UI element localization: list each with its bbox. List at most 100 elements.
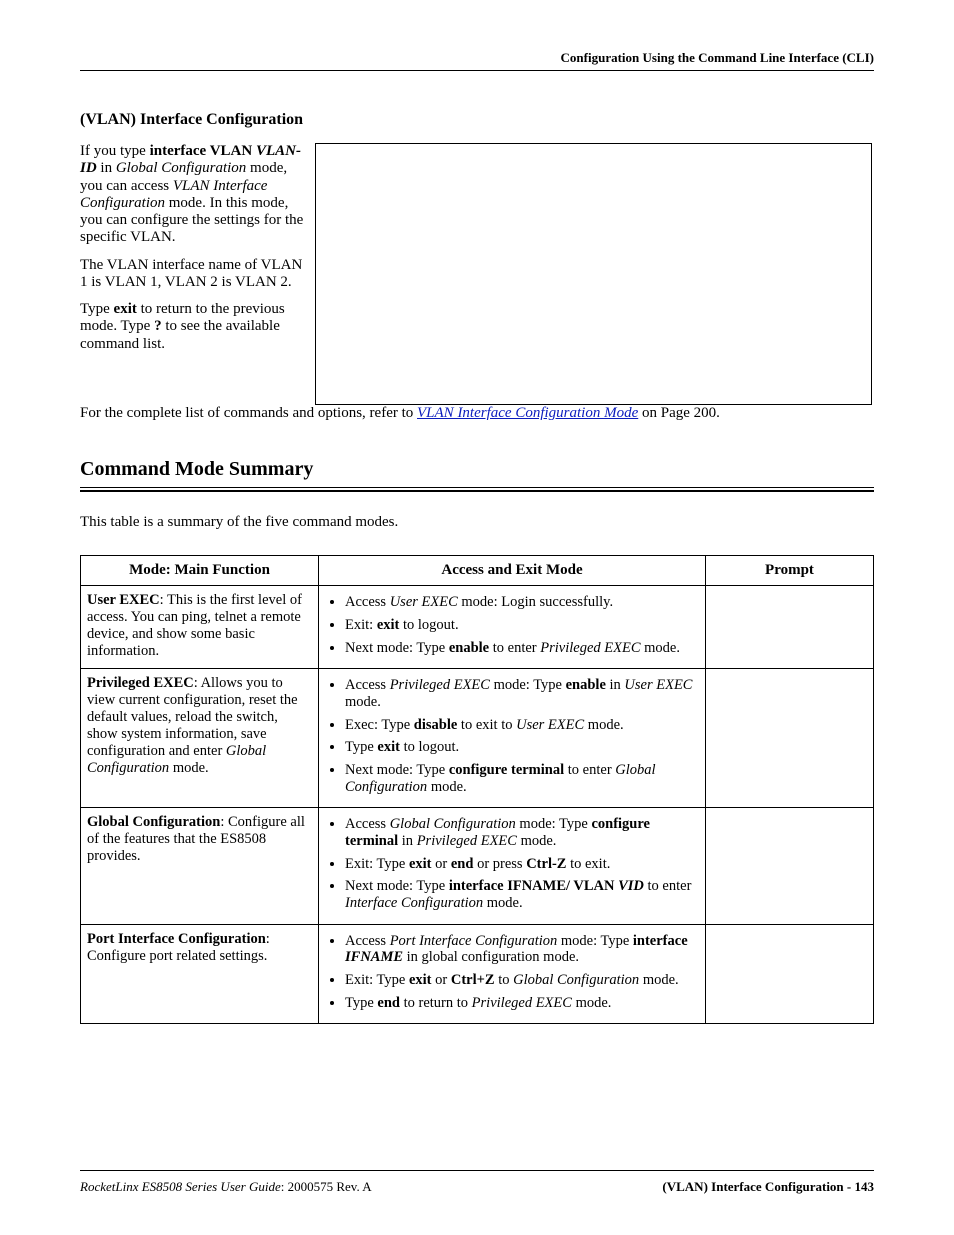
text: mode: Type xyxy=(557,933,633,949)
text-bold: Ctrl-Z xyxy=(526,856,566,872)
text-bold: enable xyxy=(566,677,606,693)
table-row: Global Configuration: Configure all of t… xyxy=(81,808,874,924)
text: Type xyxy=(80,301,114,317)
text-bold: enable xyxy=(449,640,489,656)
table-row: Port Interface Configuration: Configure … xyxy=(81,924,874,1024)
text: Exit: Type xyxy=(345,972,409,988)
text-italic: User EXEC xyxy=(390,594,458,610)
page-footer: RocketLinx ES8508 Series User Guide: 200… xyxy=(80,1170,874,1195)
link-vlan-interface-config-mode[interactable]: VLAN Interface Configuration Mode xyxy=(417,405,638,421)
text-italic: Privileged EXEC xyxy=(390,677,490,693)
text: in xyxy=(398,833,417,849)
text: mode: Type xyxy=(516,816,592,832)
text-italic: User EXEC xyxy=(624,677,692,693)
cell-mode: Port Interface Configuration: Configure … xyxy=(81,924,319,1024)
footer-left: RocketLinx ES8508 Series User Guide: 200… xyxy=(80,1179,372,1195)
text: mode. xyxy=(584,717,623,733)
list-item: Next mode: Type configure terminal to en… xyxy=(345,762,699,795)
text: to exit to xyxy=(457,717,516,733)
text: Type xyxy=(345,739,377,755)
text: or xyxy=(432,856,451,872)
text-italic: Global Configuration xyxy=(390,816,516,832)
text-bold: disable xyxy=(414,717,458,733)
text: mode. xyxy=(641,640,680,656)
text-italic: Privileged EXEC xyxy=(540,640,640,656)
text: mode: Type xyxy=(490,677,566,693)
text-italic: Privileged EXEC xyxy=(417,833,517,849)
table-header-prompt: Prompt xyxy=(706,556,874,586)
text-italic: Global Configuration xyxy=(116,160,246,176)
text: or press xyxy=(473,856,526,872)
list-item: Access Privileged EXEC mode: Type enable… xyxy=(345,677,699,710)
text-bold: exit xyxy=(409,856,432,872)
text: mode. xyxy=(517,833,556,849)
text-bold: exit xyxy=(114,301,137,317)
text-italic: Port Interface Configuration xyxy=(390,933,558,949)
text: in global configuration mode. xyxy=(403,949,579,965)
text: to enter xyxy=(644,878,692,894)
text-italic: User EXEC xyxy=(516,717,584,733)
running-header: Configuration Using the Command Line Int… xyxy=(80,50,874,71)
text: Type xyxy=(345,995,377,1011)
text-bold: exit xyxy=(377,739,400,755)
text: Exit: Type xyxy=(345,856,409,872)
text: to exit. xyxy=(566,856,610,872)
figure-placeholder xyxy=(315,143,872,405)
text: mode. xyxy=(345,694,381,710)
text-bold: interface xyxy=(633,933,688,949)
cell-prompt xyxy=(706,808,874,924)
table-header-row: Mode: Main Function Access and Exit Mode… xyxy=(81,556,874,586)
text-bold-italic: IFNAME xyxy=(345,949,403,965)
section-body: If you type interface VLAN VLAN-ID in Gl… xyxy=(80,143,874,405)
cell-mode: User EXEC: This is the first level of ac… xyxy=(81,586,319,669)
text: Access xyxy=(345,933,390,949)
command-mode-table: Mode: Main Function Access and Exit Mode… xyxy=(80,555,874,1024)
list-item: Access User EXEC mode: Login successfull… xyxy=(345,594,699,611)
paragraph-2: The VLAN interface name of VLAN 1 is VLA… xyxy=(80,257,305,292)
text-italic: Interface Configuration xyxy=(345,895,483,911)
text: mode. xyxy=(639,972,678,988)
text: Access xyxy=(345,816,390,832)
cell-access: Access User EXEC mode: Login successfull… xyxy=(319,586,706,669)
text-bold: Ctrl+Z xyxy=(451,972,495,988)
text: on Page 200. xyxy=(638,405,720,421)
cell-prompt xyxy=(706,669,874,808)
text: Next mode: Type xyxy=(345,878,449,894)
bullet-list: Access Global Configuration mode: Type c… xyxy=(325,816,699,911)
cell-prompt xyxy=(706,586,874,669)
text: Access xyxy=(345,594,390,610)
text-bold: interface VLAN xyxy=(150,143,256,159)
text: to enter xyxy=(489,640,540,656)
text: in xyxy=(606,677,625,693)
text: or xyxy=(432,972,451,988)
text-bold: interface IFNAME/ VLAN xyxy=(449,878,618,894)
section-title: (VLAN) Interface Configuration xyxy=(80,111,874,129)
summary-intro: This table is a summary of the five comm… xyxy=(80,514,874,531)
text-bold: exit xyxy=(409,972,432,988)
footer-title-italic: RocketLinx ES8508 Series User Guide xyxy=(80,1179,281,1194)
list-item: Next mode: Type enable to enter Privileg… xyxy=(345,640,699,657)
text: mode. xyxy=(572,995,611,1011)
cell-prompt xyxy=(706,924,874,1024)
table-header-access: Access and Exit Mode xyxy=(319,556,706,586)
cell-access: Access Port Interface Configuration mode… xyxy=(319,924,706,1024)
text: mode: Login successfully. xyxy=(458,594,613,610)
text: Access xyxy=(345,677,390,693)
table-header-mode: Mode: Main Function xyxy=(81,556,319,586)
text: mode. xyxy=(483,895,522,911)
cell-mode: Privileged EXEC: Allows you to view curr… xyxy=(81,669,319,808)
paragraph-4: For the complete list of commands and op… xyxy=(80,405,874,422)
page: Configuration Using the Command Line Int… xyxy=(0,0,954,1235)
list-item: Exit: exit to logout. xyxy=(345,617,699,634)
text: mode. xyxy=(427,779,466,795)
text: mode. xyxy=(169,760,208,776)
text-italic: Privileged EXEC xyxy=(472,995,572,1011)
heading-rule xyxy=(80,487,874,492)
text-bold: end xyxy=(377,995,400,1011)
heading-command-mode-summary: Command Mode Summary xyxy=(80,458,874,481)
text: to enter xyxy=(564,762,615,778)
list-item: Next mode: Type interface IFNAME/ VLAN V… xyxy=(345,878,699,911)
text: to logout. xyxy=(399,617,458,633)
text: in xyxy=(97,160,116,176)
text: Next mode: Type xyxy=(345,640,449,656)
